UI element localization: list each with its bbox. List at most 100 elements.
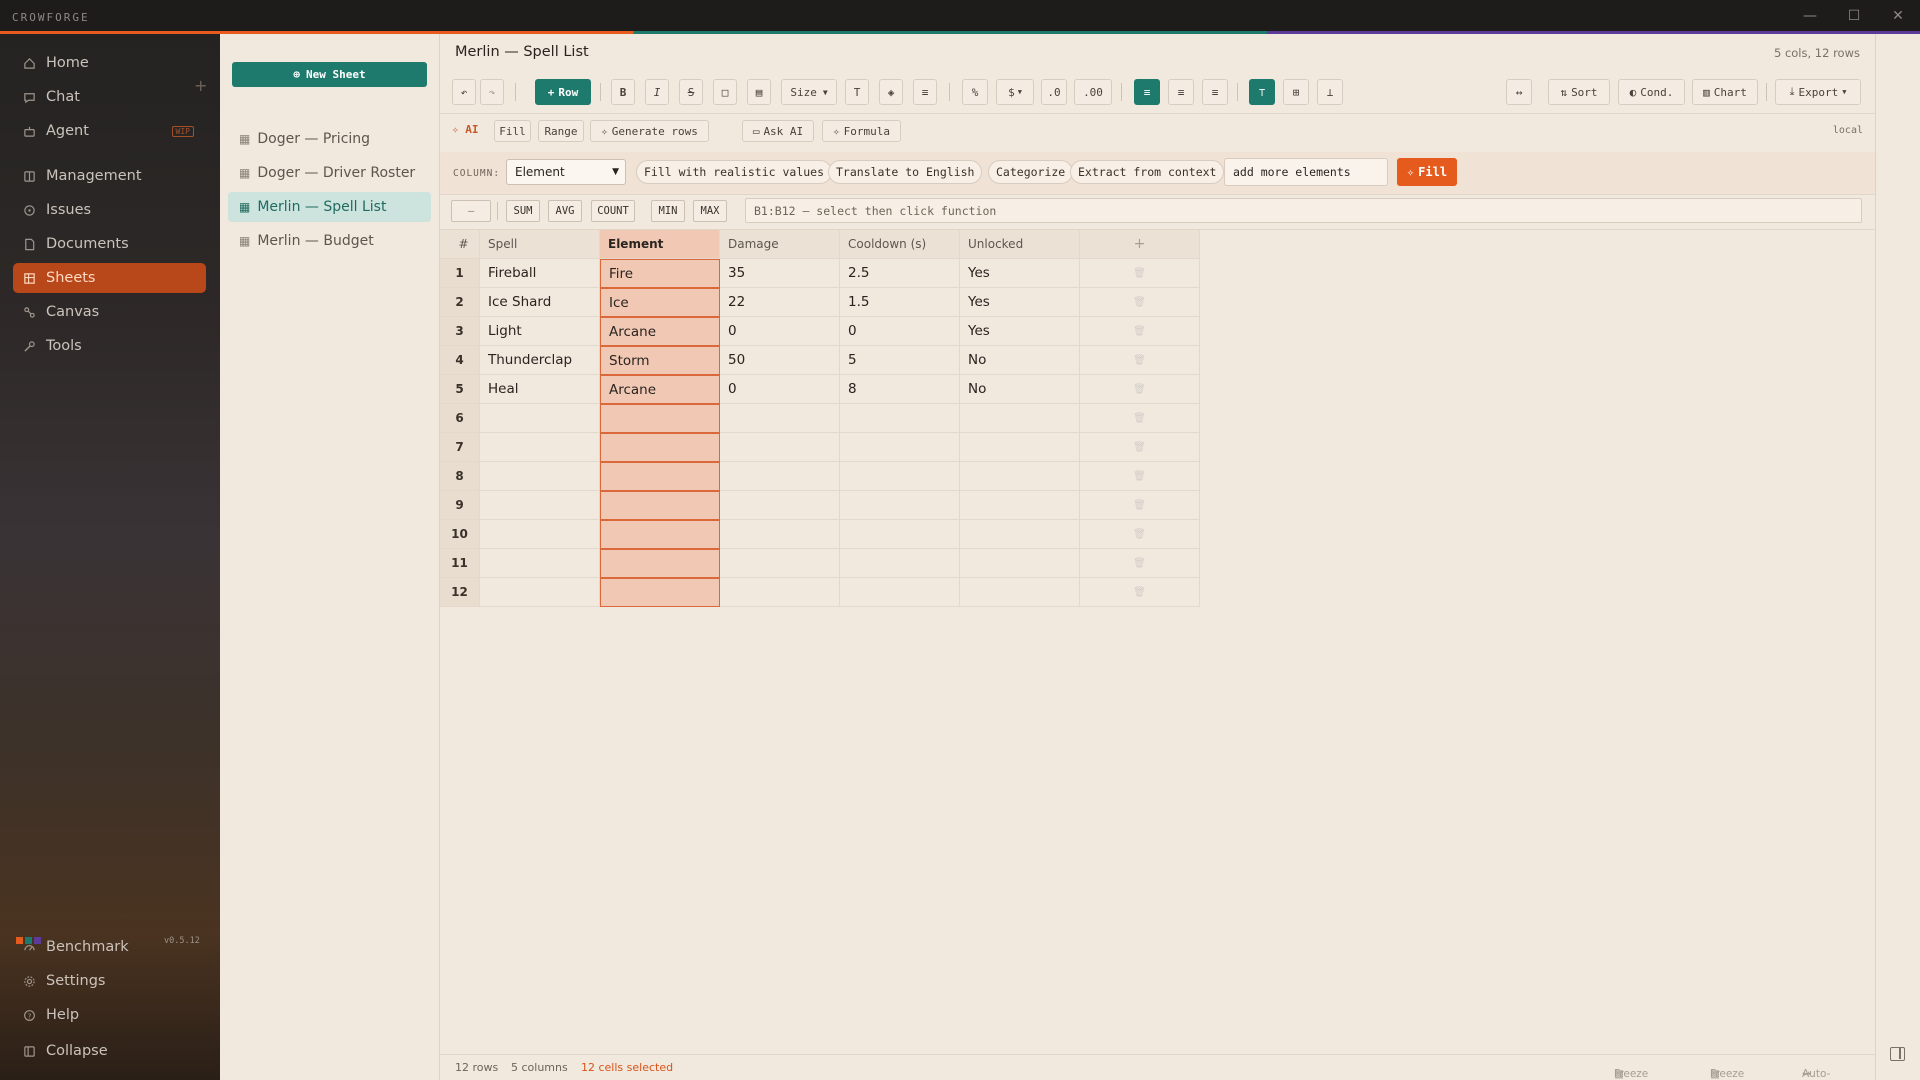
table-cell[interactable]: Storm bbox=[600, 346, 720, 375]
row-number[interactable]: 11 bbox=[440, 549, 480, 578]
align-right-button[interactable]: ≡ bbox=[1202, 79, 1228, 105]
nav-management[interactable]: Management bbox=[13, 161, 206, 191]
table-cell[interactable]: Fireball bbox=[480, 259, 600, 288]
table-cell[interactable]: 0 bbox=[840, 317, 960, 346]
table-cell[interactable]: 5 bbox=[840, 346, 960, 375]
increase-decimals-button[interactable]: .00 bbox=[1074, 79, 1112, 105]
valign-bottom-button[interactable]: ⊥ bbox=[1317, 79, 1343, 105]
table-cell[interactable] bbox=[480, 520, 600, 549]
table-cell[interactable]: 35 bbox=[720, 259, 840, 288]
delete-row-button[interactable]: 🗑 bbox=[1080, 375, 1200, 404]
add-column-button[interactable]: + bbox=[1080, 230, 1200, 259]
column-header[interactable]: Element bbox=[600, 230, 720, 259]
valign-middle-button[interactable]: ⊞ bbox=[1283, 79, 1309, 105]
table-cell[interactable] bbox=[960, 549, 1080, 578]
delete-row-button[interactable]: 🗑 bbox=[1080, 549, 1200, 578]
table-cell[interactable]: Yes bbox=[960, 317, 1080, 346]
table-cell[interactable] bbox=[600, 433, 720, 462]
nav-help[interactable]: ? Help bbox=[13, 1000, 206, 1030]
table-cell[interactable]: 0 bbox=[720, 375, 840, 404]
table-cell[interactable] bbox=[840, 578, 960, 607]
new-sheet-button[interactable]: ⊕ New Sheet bbox=[232, 62, 427, 87]
table-cell[interactable]: No bbox=[960, 375, 1080, 404]
table-cell[interactable] bbox=[960, 491, 1080, 520]
nav-issues[interactable]: Issues bbox=[13, 195, 206, 225]
table-cell[interactable] bbox=[600, 520, 720, 549]
table-cell[interactable] bbox=[600, 404, 720, 433]
table-cell[interactable] bbox=[960, 578, 1080, 607]
add-row-button[interactable]: + Row bbox=[535, 79, 591, 105]
align-center-button[interactable]: ≡ bbox=[1168, 79, 1194, 105]
table-cell[interactable]: 2.5 bbox=[840, 259, 960, 288]
table-cell[interactable] bbox=[480, 578, 600, 607]
row-number[interactable]: 12 bbox=[440, 578, 480, 607]
nav-tools[interactable]: Tools bbox=[13, 331, 206, 361]
clear-format-button[interactable]: ▤ bbox=[747, 79, 771, 105]
table-cell[interactable] bbox=[720, 578, 840, 607]
ai-mode-range[interactable]: Range bbox=[538, 120, 584, 142]
table-cell[interactable] bbox=[720, 404, 840, 433]
delete-row-button[interactable]: 🗑 bbox=[1080, 404, 1200, 433]
table-cell[interactable] bbox=[720, 433, 840, 462]
table-cell[interactable] bbox=[600, 462, 720, 491]
table-cell[interactable] bbox=[720, 520, 840, 549]
ai-mode-fill[interactable]: Fill bbox=[494, 120, 531, 142]
table-cell[interactable] bbox=[840, 491, 960, 520]
preset-chip[interactable]: Fill with realistic values bbox=[636, 160, 833, 184]
table-cell[interactable]: Arcane bbox=[600, 317, 720, 346]
table-cell[interactable] bbox=[840, 520, 960, 549]
function-sum-button[interactable]: SUM bbox=[506, 200, 540, 222]
decrease-decimals-button[interactable]: .0 bbox=[1041, 79, 1067, 105]
preset-chip[interactable]: Translate to English bbox=[828, 160, 983, 184]
row-number[interactable]: 2 bbox=[440, 288, 480, 317]
fill-color-button[interactable]: ◈ bbox=[879, 79, 903, 105]
column-header[interactable]: Damage bbox=[720, 230, 840, 259]
nav-benchmark[interactable]: Benchmark bbox=[13, 932, 206, 962]
nav-home[interactable]: Home bbox=[13, 48, 206, 78]
table-cell[interactable] bbox=[480, 462, 600, 491]
close-button[interactable]: ✕ bbox=[1876, 0, 1920, 32]
table-cell[interactable]: Ice bbox=[600, 288, 720, 317]
delete-row-button[interactable]: 🗑 bbox=[1080, 317, 1200, 346]
conditional-format-button[interactable]: ◐ Cond. bbox=[1618, 79, 1685, 105]
column-header[interactable]: Unlocked bbox=[960, 230, 1080, 259]
table-cell[interactable]: Yes bbox=[960, 259, 1080, 288]
nav-documents[interactable]: Documents bbox=[13, 229, 206, 259]
column-header[interactable]: Cooldown (s) bbox=[840, 230, 960, 259]
ai-mode-generate-rows[interactable]: ✧ Generate rows bbox=[590, 120, 709, 142]
italic-button[interactable]: I bbox=[645, 79, 669, 105]
table-cell[interactable]: 0 bbox=[720, 317, 840, 346]
function-count-button[interactable]: COUNT bbox=[591, 200, 635, 222]
wrap-text-button[interactable]: ≡ bbox=[913, 79, 937, 105]
percent-format-button[interactable]: % bbox=[962, 79, 988, 105]
table-cell[interactable]: Yes bbox=[960, 288, 1080, 317]
bold-button[interactable]: B bbox=[611, 79, 635, 105]
sheet-item[interactable]: ▦ Doger — Pricing bbox=[228, 124, 431, 154]
nav-chat[interactable]: Chat bbox=[13, 82, 206, 112]
function-max-button[interactable]: MAX bbox=[693, 200, 727, 222]
text-color-button[interactable]: T bbox=[845, 79, 869, 105]
table-cell[interactable]: Light bbox=[480, 317, 600, 346]
sheet-item[interactable]: ▦ Doger — Driver Roster bbox=[228, 158, 431, 188]
nav-collapse[interactable]: Collapse bbox=[13, 1036, 206, 1066]
table-cell[interactable] bbox=[840, 404, 960, 433]
ai-mode-formula[interactable]: ✧ Formula bbox=[822, 120, 901, 142]
row-number[interactable]: 8 bbox=[440, 462, 480, 491]
sort-button[interactable]: ⇅ Sort bbox=[1548, 79, 1610, 105]
border-button[interactable]: □ bbox=[713, 79, 737, 105]
column-header[interactable]: Spell bbox=[480, 230, 600, 259]
nav-settings[interactable]: Settings bbox=[13, 966, 206, 996]
row-number[interactable]: 6 bbox=[440, 404, 480, 433]
row-number[interactable]: 1 bbox=[440, 259, 480, 288]
table-cell[interactable] bbox=[960, 462, 1080, 491]
table-cell[interactable] bbox=[960, 520, 1080, 549]
function-min-button[interactable]: MIN bbox=[651, 200, 685, 222]
row-number[interactable]: 7 bbox=[440, 433, 480, 462]
delete-row-button[interactable]: 🗑 bbox=[1080, 578, 1200, 607]
fill-button[interactable]: ✧ Fill bbox=[1397, 158, 1457, 186]
row-number[interactable]: 5 bbox=[440, 375, 480, 404]
table-cell[interactable] bbox=[720, 549, 840, 578]
row-number[interactable]: 10 bbox=[440, 520, 480, 549]
row-number[interactable]: 4 bbox=[440, 346, 480, 375]
function-dash-button[interactable]: — bbox=[451, 200, 491, 222]
